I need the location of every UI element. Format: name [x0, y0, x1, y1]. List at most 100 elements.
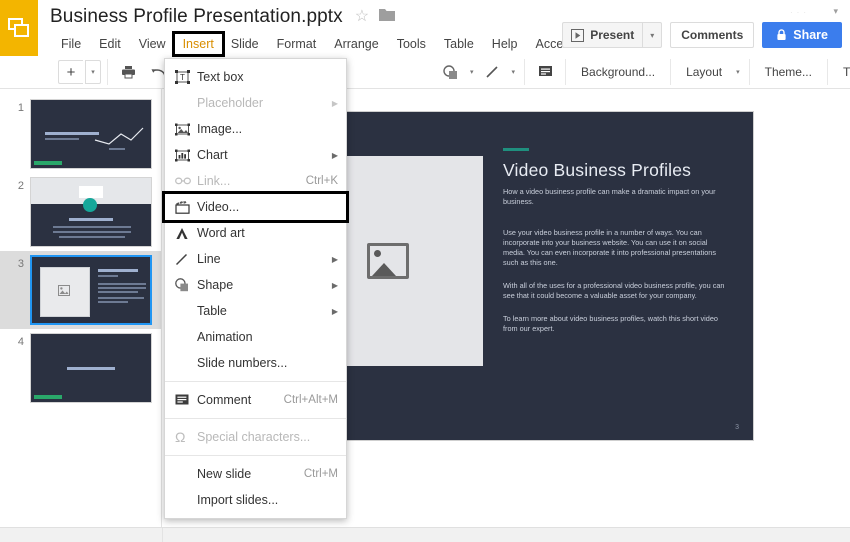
slide-subtitle: How a video business profile can make a … — [503, 187, 716, 206]
menuitem-comment[interactable]: Comment Ctrl+Alt+M — [165, 387, 346, 413]
theme-button[interactable]: Theme... — [756, 65, 821, 79]
present-group: Present ▾ — [562, 22, 663, 48]
menu-view[interactable]: View — [130, 34, 175, 54]
menu-help[interactable]: Help — [483, 34, 527, 54]
comment-icon[interactable] — [531, 61, 559, 83]
status-bar-left — [0, 528, 163, 542]
share-label: Share — [793, 28, 828, 42]
slide-number: 3 — [735, 424, 739, 431]
menu-table[interactable]: Table — [435, 34, 483, 54]
print-glyph — [121, 66, 135, 79]
line-caret[interactable]: ▾ — [509, 68, 519, 76]
background-button[interactable]: Background... — [572, 65, 664, 79]
menu-bar: File Edit View Insert Slide Format Arran… — [52, 31, 595, 57]
new-slide-button[interactable]: + — [58, 60, 83, 84]
lock-icon — [777, 29, 786, 40]
menuitem-label: Slide numbers... — [197, 356, 288, 370]
menuitem-special-characters[interactable]: Ω Special characters... — [165, 424, 346, 450]
slide-filmstrip[interactable]: 1 2 3 4 — [0, 89, 162, 528]
insert-dropdown-menu[interactable]: T Text box Placeholder ▶ Image... Chart … — [162, 58, 349, 519]
menu-separator — [165, 381, 346, 382]
menuitem-shape[interactable]: Shape ▶ — [165, 272, 346, 298]
thumbnail-slide-1[interactable]: 1 — [0, 95, 161, 173]
menu-arrange[interactable]: Arrange — [325, 34, 387, 54]
menu-separator — [165, 418, 346, 419]
line-icon — [175, 253, 197, 266]
toolbar-group-transition: Transition... — [828, 59, 850, 85]
slide-text-block[interactable]: Video Business Profiles How a video busi… — [503, 148, 725, 347]
present-caret-button[interactable]: ▾ — [643, 22, 663, 48]
print-icon[interactable] — [114, 61, 142, 83]
thumbnail-number: 4 — [17, 336, 24, 348]
thumb-image-icon — [58, 285, 70, 296]
header-actions: Present ▾ Comments Share — [562, 22, 842, 48]
share-button[interactable]: Share — [762, 22, 842, 48]
menuitem-import-slides[interactable]: Import slides... — [165, 487, 346, 513]
submenu-arrow-icon: ▶ — [331, 150, 338, 160]
menuitem-video[interactable]: Video... — [162, 191, 349, 223]
video-icon — [175, 200, 197, 214]
submenu-arrow-icon: ▶ — [331, 306, 338, 316]
thumbnail-slide-3[interactable]: 3 — [0, 251, 161, 329]
menuitem-animation[interactable]: Animation — [165, 324, 346, 350]
shape-icon[interactable] — [437, 61, 465, 83]
document-title[interactable]: Business Profile Presentation.pptx — [50, 6, 343, 28]
menuitem-image[interactable]: Image... — [165, 116, 346, 142]
menu-slide[interactable]: Slide — [222, 34, 268, 54]
header-overflow-dots: ··· — [790, 8, 810, 17]
omega-icon: Ω — [175, 429, 186, 445]
menuitem-new-slide[interactable]: New slide Ctrl+M — [165, 461, 346, 487]
thumbnail-slide-4[interactable]: 4 — [0, 329, 161, 407]
shape-glyph — [442, 64, 457, 79]
present-button[interactable]: Present — [562, 22, 644, 48]
folder-icon[interactable] — [379, 8, 396, 26]
comments-button[interactable]: Comments — [670, 22, 755, 48]
shape-caret[interactable]: ▾ — [467, 68, 477, 76]
thumbnail-number: 3 — [17, 258, 24, 270]
menu-tools[interactable]: Tools — [388, 34, 435, 54]
menuitem-label: Text box — [197, 70, 244, 84]
menu-file[interactable]: File — [52, 34, 90, 54]
google-slides-window: Business Profile Presentation.pptx ☆ ···… — [0, 0, 850, 542]
menuitem-label: Link... — [197, 174, 231, 188]
menuitem-label: Comment — [197, 393, 252, 407]
menuitem-label: Special characters... — [197, 430, 311, 444]
slide-paragraph-1: Use your video business profile in a num… — [503, 228, 716, 267]
thumbnail-number: 2 — [17, 180, 24, 192]
line-icon[interactable] — [479, 61, 507, 83]
menu-format[interactable]: Format — [268, 34, 326, 54]
new-slide-caret-button[interactable]: ▾ — [85, 60, 101, 84]
menuitem-shortcut: Ctrl+K — [305, 175, 338, 187]
menuitem-table[interactable]: Table ▶ — [165, 298, 346, 324]
layout-caret[interactable]: ▾ — [733, 68, 743, 76]
thumbnail-slide-2[interactable]: 2 — [0, 173, 161, 251]
transition-button[interactable]: Transition... — [834, 65, 850, 79]
submenu-arrow-icon: ▶ — [331, 280, 338, 290]
menuitem-label: Import slides... — [197, 493, 279, 507]
menuitem-text-box[interactable]: T Text box — [165, 64, 346, 90]
menuitem-chart[interactable]: Chart ▶ — [165, 142, 346, 168]
chevron-down-icon[interactable]: ▾ — [833, 6, 838, 17]
menuitem-placeholder[interactable]: Placeholder ▶ — [165, 90, 346, 116]
menuitem-link[interactable]: Link... Ctrl+K — [165, 168, 346, 194]
toolbar-group-comment — [525, 59, 567, 85]
star-icon[interactable]: ☆ — [355, 9, 369, 25]
layout-button[interactable]: Layout — [677, 65, 731, 79]
textbox-glyph: T — [175, 70, 190, 84]
menu-insert[interactable]: Insert — [171, 31, 225, 57]
status-bar — [0, 527, 850, 542]
menu-edit[interactable]: Edit — [90, 34, 130, 54]
shape-icon — [175, 278, 197, 292]
slide-paragraph-3: To learn more about video business profi… — [503, 314, 718, 333]
menuitem-word-art[interactable]: Word art — [165, 220, 346, 246]
slides-logo-icon[interactable] — [0, 0, 38, 56]
shape-glyph — [175, 278, 188, 292]
menuitem-line[interactable]: Line ▶ — [165, 246, 346, 272]
menuitem-slide-numbers[interactable]: Slide numbers... — [165, 350, 346, 376]
toolbar-group-background: Background... — [566, 59, 672, 85]
chart-glyph — [175, 149, 190, 161]
present-label: Present — [590, 28, 635, 42]
title-bar: Business Profile Presentation.pptx ☆ — [50, 2, 396, 32]
thumbnail-preview — [30, 99, 152, 169]
link-icon — [175, 176, 197, 186]
